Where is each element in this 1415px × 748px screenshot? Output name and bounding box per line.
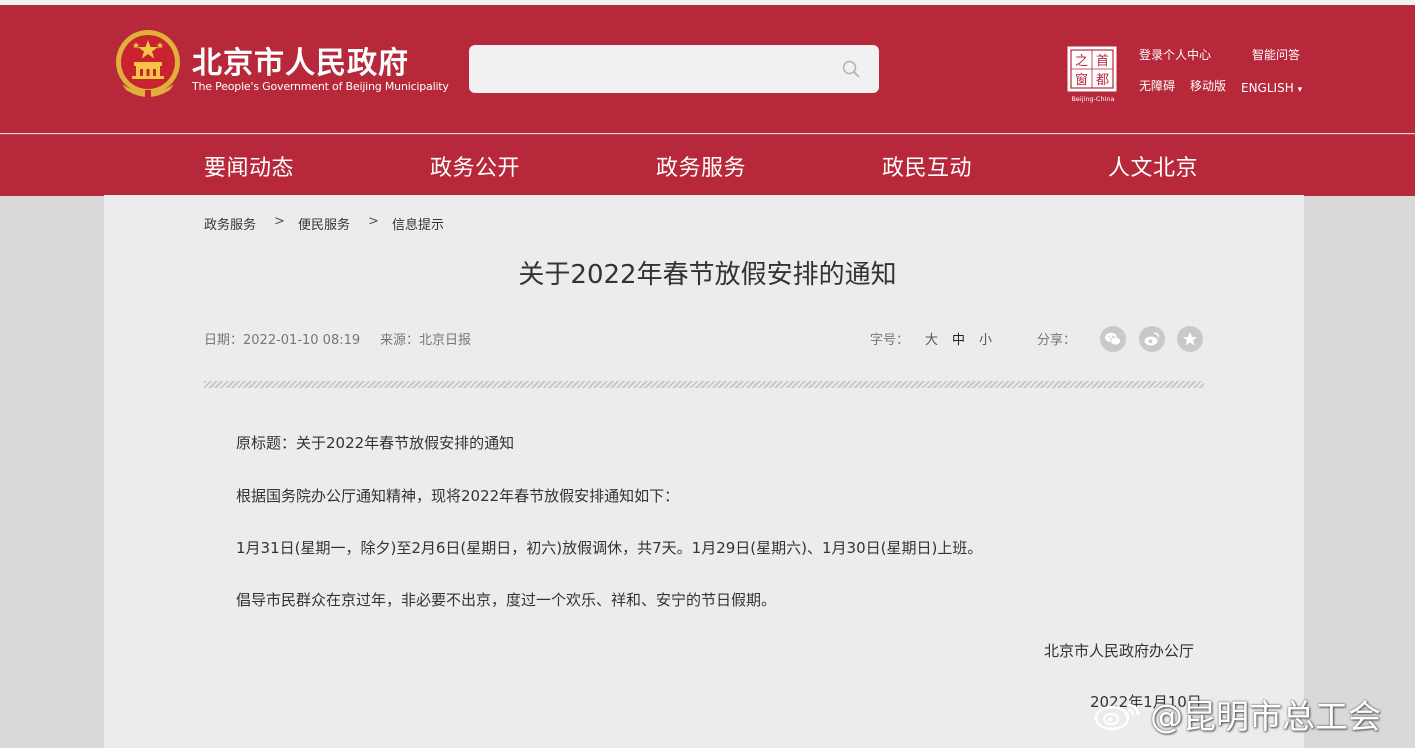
font-size-label: 字号：: [870, 333, 910, 348]
logo-char-3: 窗: [1075, 72, 1088, 88]
article-signature: 北京市人民政府办公厅: [1044, 642, 1195, 660]
wechat-icon[interactable]: [1100, 326, 1126, 352]
search-input[interactable]: [481, 55, 825, 85]
share-label: 分享：: [1037, 333, 1077, 348]
watermark: @昆明市总工会: [1090, 688, 1410, 738]
nav-item-interaction[interactable]: 政民互动: [882, 150, 972, 182]
article-paragraph: 倡导市民群众在京过年，非必要不出京，度过一个欢乐、祥和、安宁的节日假期。: [236, 591, 777, 609]
breadcrumb-item-info[interactable]: 信息提示: [392, 214, 444, 233]
breadcrumb-item-convenience[interactable]: 便民服务: [298, 214, 350, 233]
favorite-icon[interactable]: [1177, 326, 1203, 352]
login-link[interactable]: 登录个人中心: [1139, 46, 1211, 63]
weibo-icon[interactable]: [1139, 326, 1165, 352]
nav-item-news[interactable]: 要闻动态: [204, 150, 294, 182]
page-title: 关于2022年春节放假安排的通知: [518, 260, 897, 290]
article-date: 日期：2022-01-10 08:19: [204, 333, 361, 348]
font-size-large-button[interactable]: 大: [925, 329, 938, 348]
watermark-text: @昆明市总工会: [1150, 697, 1381, 736]
mobile-version-link[interactable]: 移动版: [1190, 77, 1226, 94]
english-link[interactable]: ENGLISH ▾: [1241, 81, 1302, 95]
font-size-medium-button[interactable]: 中: [952, 329, 965, 348]
logo-char-2: 首: [1096, 54, 1109, 69]
search-icon[interactable]: [841, 59, 861, 79]
breadcrumb-separator: >: [274, 214, 285, 229]
logo-char-4: 都: [1096, 73, 1109, 88]
breadcrumb-item-services[interactable]: 政务服务: [204, 214, 256, 233]
article-source: 来源：北京日报: [380, 333, 472, 348]
weibo-watermark-icon: [1094, 703, 1140, 731]
site-subtitle[interactable]: The People's Government of Beijing Munic…: [192, 80, 449, 93]
national-emblem-icon[interactable]: [112, 28, 184, 102]
logo-char-1: 之: [1075, 54, 1088, 69]
article-paragraph: 原标题：关于2022年春节放假安排的通知: [236, 434, 515, 452]
nav-item-gov-services[interactable]: 政务服务: [656, 150, 746, 182]
smart-qa-link[interactable]: 智能问答: [1252, 46, 1300, 63]
nav-item-gov-affairs-open[interactable]: 政务公开: [430, 150, 520, 182]
chevron-down-icon: ▾: [1297, 85, 1303, 95]
font-size-small-button[interactable]: 小: [979, 329, 992, 348]
search-box: [469, 45, 879, 93]
english-label: ENGLISH: [1241, 81, 1294, 95]
logo-caption: Beijing-China: [1071, 95, 1114, 103]
breadcrumb-separator: >: [368, 214, 379, 229]
section-divider: [204, 381, 1204, 388]
article-paragraph: 根据国务院办公厅通知精神，现将2022年春节放假安排通知如下：: [236, 487, 680, 505]
accessibility-link[interactable]: 无障碍: [1139, 77, 1175, 94]
article-paragraph: 1月31日(星期一，除夕)至2月6日(星期日，初六)放假调休，共7天。1月29日…: [236, 539, 983, 557]
nav-item-culture-beijing[interactable]: 人文北京: [1108, 150, 1198, 182]
site-title[interactable]: 北京市人民政府: [192, 38, 409, 82]
capital-window-logo[interactable]: 之 首 窗 都 Beijing-China: [1066, 45, 1120, 103]
